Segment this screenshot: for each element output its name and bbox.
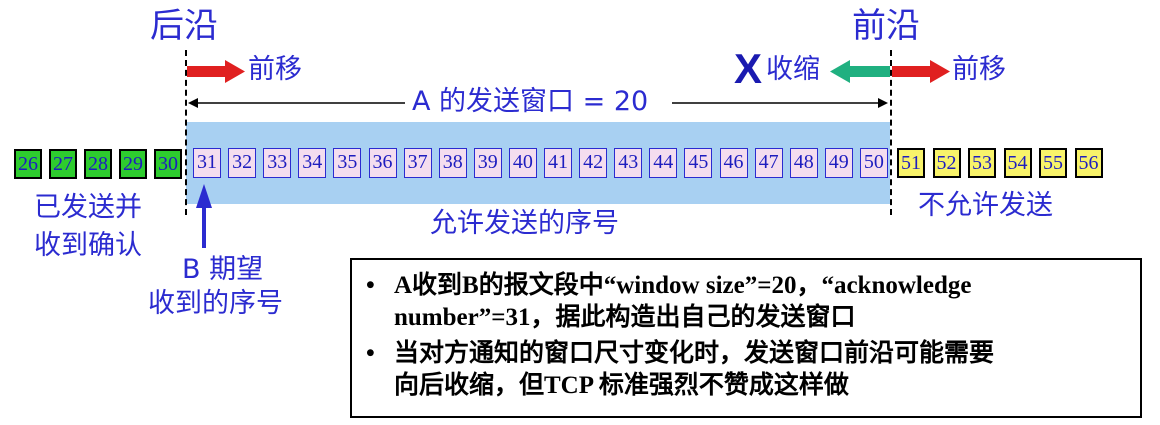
window-seq-box: 37 bbox=[403, 148, 432, 178]
note-line-1: A收到B的报文段中“window size”=20，“acknowledge bbox=[394, 272, 972, 299]
window-seq-box: 45 bbox=[684, 148, 713, 178]
blocked-seq-box: 53 bbox=[968, 148, 996, 178]
note-bullet-2: • bbox=[366, 340, 375, 367]
send-window-band bbox=[186, 122, 890, 204]
window-seq-box: 39 bbox=[473, 148, 502, 178]
shrink-arrow-icon bbox=[830, 60, 890, 83]
window-size-label: A 的发送窗口 = 20 bbox=[412, 86, 649, 117]
shrink-label: 收缩 bbox=[766, 54, 820, 85]
window-seq-box: 41 bbox=[544, 148, 572, 178]
window-seq-box: 44 bbox=[649, 148, 678, 178]
sent-acked-label-line1: 已发送并 bbox=[34, 192, 142, 223]
window-seq-box: 46 bbox=[719, 148, 748, 178]
acked-seq-box: 28 bbox=[84, 149, 112, 179]
expect-pointer-arrow-icon bbox=[196, 184, 212, 248]
window-seq-box: 38 bbox=[438, 148, 467, 178]
expect-label-line2: 收到的序号 bbox=[148, 288, 283, 319]
window-seq-box: 34 bbox=[298, 148, 327, 178]
sent-acked-label-line2: 收到确认 bbox=[34, 230, 142, 261]
allowed-seq-label: 允许发送的序号 bbox=[430, 208, 619, 239]
leading-forward-arrow-icon bbox=[892, 60, 950, 83]
acked-seq-box: 30 bbox=[154, 149, 182, 179]
window-seq-box: 32 bbox=[228, 148, 257, 178]
window-seq-box: 42 bbox=[579, 148, 608, 178]
note-line-3: 当对方通知的窗口尺寸变化时，发送窗口前沿可能需要 bbox=[394, 340, 995, 367]
window-seq-box: 36 bbox=[368, 148, 397, 178]
blocked-seq-box: 52 bbox=[932, 148, 961, 178]
window-seq-box: 49 bbox=[824, 148, 853, 178]
note-line-2: number”=31，据此构造出自己的发送窗口 bbox=[394, 304, 856, 331]
acked-seq-box: 26 bbox=[14, 149, 42, 179]
blocked-seq-box: 51 bbox=[897, 148, 925, 178]
expect-label-line1: B 期望 bbox=[182, 254, 264, 285]
move-forward-right-label: 前移 bbox=[952, 54, 1006, 85]
note-bullet-1: • bbox=[366, 272, 375, 299]
note-line-4: 向后收缩，但TCP 标准强烈不赞成这样做 bbox=[394, 372, 849, 399]
blocked-seq-box: 55 bbox=[1039, 148, 1067, 178]
window-seq-box: 40 bbox=[508, 148, 537, 178]
move-forward-left-label: 前移 bbox=[248, 54, 302, 85]
window-seq-box: 43 bbox=[614, 148, 643, 178]
window-seq-box: 31 bbox=[193, 148, 221, 178]
explanation-note-box: • A收到B的报文段中“window size”=20，“acknowledge… bbox=[350, 258, 1142, 418]
window-seq-box: 50 bbox=[859, 148, 888, 178]
blocked-seq-box: 56 bbox=[1074, 148, 1103, 178]
acked-seq-box: 29 bbox=[119, 149, 147, 179]
acked-seq-box: 27 bbox=[49, 149, 77, 179]
window-seq-box: 35 bbox=[333, 148, 362, 178]
shrink-x-icon: X bbox=[734, 45, 763, 92]
window-seq-box: 47 bbox=[754, 148, 783, 178]
blocked-seq-box: 54 bbox=[1003, 148, 1032, 178]
window-seq-box: 33 bbox=[263, 148, 292, 178]
trailing-forward-arrow-icon bbox=[187, 60, 245, 83]
not-allowed-label: 不允许发送 bbox=[918, 190, 1053, 221]
window-seq-box: 48 bbox=[789, 148, 818, 178]
